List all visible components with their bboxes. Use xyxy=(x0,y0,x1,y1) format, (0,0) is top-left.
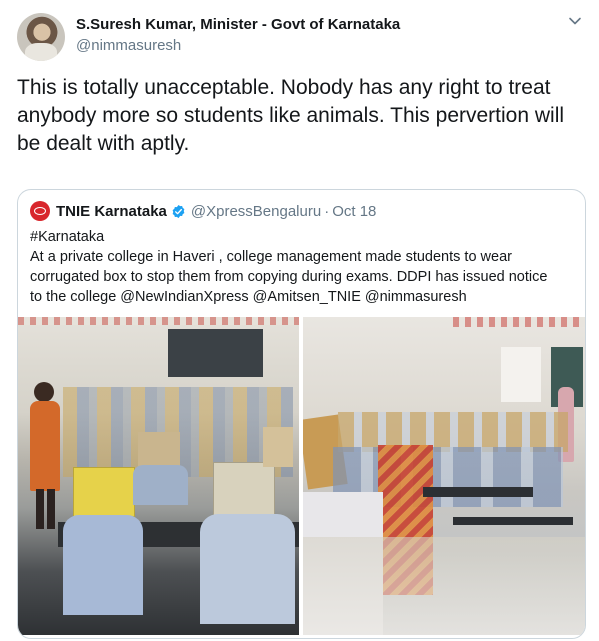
quoted-text-line: to the college @NewIndianXpress @Amitsen… xyxy=(30,289,467,305)
classroom-photo-right[interactable] xyxy=(303,317,585,635)
chevron-down-icon[interactable] xyxy=(568,14,582,28)
verified-badge-icon xyxy=(172,204,185,218)
tweet: S.Suresh Kumar, Minister - Govt of Karna… xyxy=(0,0,599,641)
quoted-text-line: At a private college in Haveri , college… xyxy=(30,249,512,265)
author-handle[interactable]: @nimmasuresh xyxy=(76,37,181,54)
avatar[interactable] xyxy=(17,13,65,61)
quoted-tweet-text: #Karnataka At a private college in Haver… xyxy=(30,227,575,307)
quoted-date[interactable]: Oct 18 xyxy=(332,203,376,220)
quoted-author-handle[interactable]: @XpressBengaluru xyxy=(191,203,321,220)
quoted-avatar[interactable] xyxy=(30,201,50,221)
author-name[interactable]: S.Suresh Kumar, Minister - Govt of Karna… xyxy=(76,16,400,33)
tweet-text: This is totally unacceptable. Nobody has… xyxy=(17,76,565,155)
quoted-hashtag[interactable]: #Karnataka xyxy=(30,227,575,247)
quoted-author-name[interactable]: TNIE Karnataka xyxy=(56,203,167,220)
quoted-tweet-header: TNIE Karnataka @XpressBengaluru · Oct 18 xyxy=(30,201,376,221)
separator-dot: · xyxy=(324,202,330,220)
classroom-photo-left[interactable] xyxy=(18,317,299,635)
quoted-tweet[interactable]: TNIE Karnataka @XpressBengaluru · Oct 18… xyxy=(17,189,586,639)
quoted-text-line: corrugated box to stop them from copying… xyxy=(30,269,548,285)
